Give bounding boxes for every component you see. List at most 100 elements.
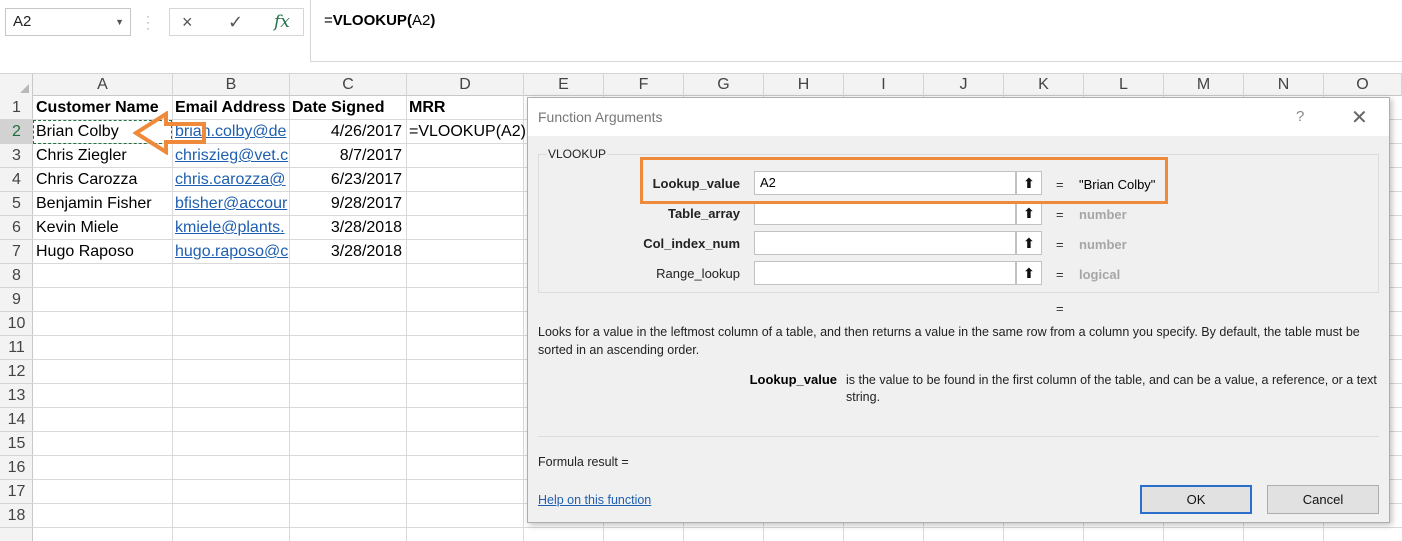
cell-date[interactable]: 4/26/2017: [289, 120, 406, 144]
row-header-8[interactable]: 8: [0, 264, 33, 288]
dialog-title: Function Arguments: [538, 109, 663, 125]
equals-sign: =: [1056, 207, 1064, 222]
gridline: [523, 96, 524, 541]
row-header-6[interactable]: 6: [0, 216, 33, 240]
row-header-16[interactable]: 16: [0, 456, 33, 480]
row-header-4[interactable]: 4: [0, 168, 33, 192]
column-header-m[interactable]: M: [1164, 74, 1244, 96]
close-icon[interactable]: ✕: [1351, 105, 1368, 130]
cell-email[interactable]: kmiele@plants.: [172, 216, 289, 240]
row-header-11[interactable]: 11: [0, 336, 33, 360]
equals-sign: =: [1056, 237, 1064, 252]
gridline: [33, 527, 1402, 528]
row-header-2[interactable]: 2: [0, 120, 33, 144]
column-header-k[interactable]: K: [1004, 74, 1084, 96]
column-header-i[interactable]: I: [844, 74, 924, 96]
cancel-button[interactable]: Cancel: [1267, 485, 1379, 514]
arrow-left-icon: [133, 111, 206, 155]
formula-prefix: =: [324, 12, 333, 29]
column-header-n[interactable]: N: [1244, 74, 1324, 96]
row-header-5[interactable]: 5: [0, 192, 33, 216]
row-header-3[interactable]: 3: [0, 144, 33, 168]
ok-button[interactable]: OK: [1140, 485, 1252, 514]
column-header-o[interactable]: O: [1324, 74, 1402, 96]
select-all-icon: [20, 84, 29, 93]
column-header-c[interactable]: C: [290, 74, 407, 96]
cell-name[interactable]: Benjamin Fisher: [33, 192, 172, 216]
help-icon[interactable]: ?: [1296, 108, 1304, 125]
range-lookup-input[interactable]: [754, 261, 1016, 285]
cell-mrr[interactable]: =VLOOKUP(A2): [406, 120, 526, 144]
row-header-1[interactable]: 1: [0, 96, 33, 120]
row-header-9[interactable]: 9: [0, 288, 33, 312]
cell-email[interactable]: bfisher@accour: [172, 192, 289, 216]
col-index-num-input[interactable]: [754, 231, 1016, 255]
formula-bar-area: A2 ▼ · · · × ✓ fx =VLOOKUP(A2): [0, 0, 1402, 74]
row-header-15[interactable]: 15: [0, 432, 33, 456]
collapse-dialog-icon[interactable]: ⬆: [1016, 201, 1042, 225]
row-header-12[interactable]: 12: [0, 360, 33, 384]
name-box[interactable]: A2 ▼: [5, 8, 131, 36]
cell-name[interactable]: Hugo Raposo: [33, 240, 172, 264]
equals-sign: =: [1056, 267, 1064, 282]
formula-input[interactable]: =VLOOKUP(A2): [310, 0, 1402, 62]
formula-result-label: Formula result =: [538, 455, 629, 469]
column-header-d[interactable]: D: [407, 74, 524, 96]
table-array-type: number: [1079, 207, 1127, 222]
column-header-f[interactable]: F: [604, 74, 684, 96]
function-description: Looks for a value in the leftmost column…: [538, 325, 1360, 357]
divider: [538, 436, 1379, 437]
cell-date[interactable]: 8/7/2017: [289, 144, 406, 168]
help-on-function-link[interactable]: Help on this function: [538, 493, 651, 507]
check-icon[interactable]: ✓: [228, 9, 243, 35]
row-header-17[interactable]: 17: [0, 480, 33, 504]
function-name-label: VLOOKUP: [547, 147, 608, 161]
function-result-equals: =: [1056, 301, 1064, 316]
insert-function-icon[interactable]: fx: [274, 9, 290, 35]
formula-paren-close: ): [430, 12, 436, 29]
collapse-dialog-icon[interactable]: ⬆: [1016, 231, 1042, 255]
cancel-icon[interactable]: ×: [182, 9, 193, 35]
gridline: [406, 96, 407, 541]
cell-name[interactable]: Chris Carozza: [33, 168, 172, 192]
highlight-box: [640, 157, 1168, 204]
column-header-b[interactable]: B: [173, 74, 290, 96]
argument-description-name: Lookup_value: [749, 372, 837, 387]
cell-date[interactable]: 3/28/2018: [289, 240, 406, 264]
column-header-l[interactable]: L: [1084, 74, 1164, 96]
row-header-10[interactable]: 10: [0, 312, 33, 336]
cell-date[interactable]: 6/23/2017: [289, 168, 406, 192]
row-header-14[interactable]: 14: [0, 408, 33, 432]
cell-date[interactable]: 3/28/2018: [289, 216, 406, 240]
row-header-13[interactable]: 13: [0, 384, 33, 408]
column-header-g[interactable]: G: [684, 74, 764, 96]
formula-buttons: × ✓ fx: [169, 8, 304, 36]
col-index-num-type: number: [1079, 237, 1127, 252]
drag-handle-icon[interactable]: · · ·: [146, 10, 150, 34]
column-header-e[interactable]: E: [524, 74, 604, 96]
collapse-dialog-icon[interactable]: ⬆: [1016, 261, 1042, 285]
name-box-value: A2: [13, 13, 32, 30]
formula-argument: A2: [411, 12, 431, 29]
arg-label-table-array: Table_array: [667, 206, 740, 221]
chevron-down-icon[interactable]: ▼: [115, 9, 124, 35]
column-header-h[interactable]: H: [764, 74, 844, 96]
column-header-a[interactable]: A: [33, 74, 173, 96]
column-headers: A B C D E F G H I J K L M N O: [0, 74, 1402, 96]
formula-function: VLOOKUP: [332, 12, 407, 29]
column-header-j[interactable]: J: [924, 74, 1004, 96]
row-headers: 1 2 3 4 5 6 7 8 9 10 11 12 13 14 15 16 1…: [0, 96, 33, 541]
dialog-titlebar[interactable]: Function Arguments ? ✕: [528, 98, 1389, 136]
header-mrr[interactable]: MRR: [406, 96, 523, 120]
row-header-18[interactable]: 18: [0, 504, 33, 528]
row-header-7[interactable]: 7: [0, 240, 33, 264]
cell-name[interactable]: Kevin Miele: [33, 216, 172, 240]
cell-email[interactable]: hugo.raposo@c: [172, 240, 289, 264]
argument-description-text: is the value to be found in the first co…: [846, 373, 1377, 404]
table-array-input[interactable]: [754, 201, 1016, 225]
select-all-button[interactable]: [0, 74, 33, 96]
range-lookup-type: logical: [1079, 267, 1121, 282]
cell-email[interactable]: chris.carozza@: [172, 168, 289, 192]
cell-date[interactable]: 9/28/2017: [289, 192, 406, 216]
header-date-signed[interactable]: Date Signed: [289, 96, 406, 120]
